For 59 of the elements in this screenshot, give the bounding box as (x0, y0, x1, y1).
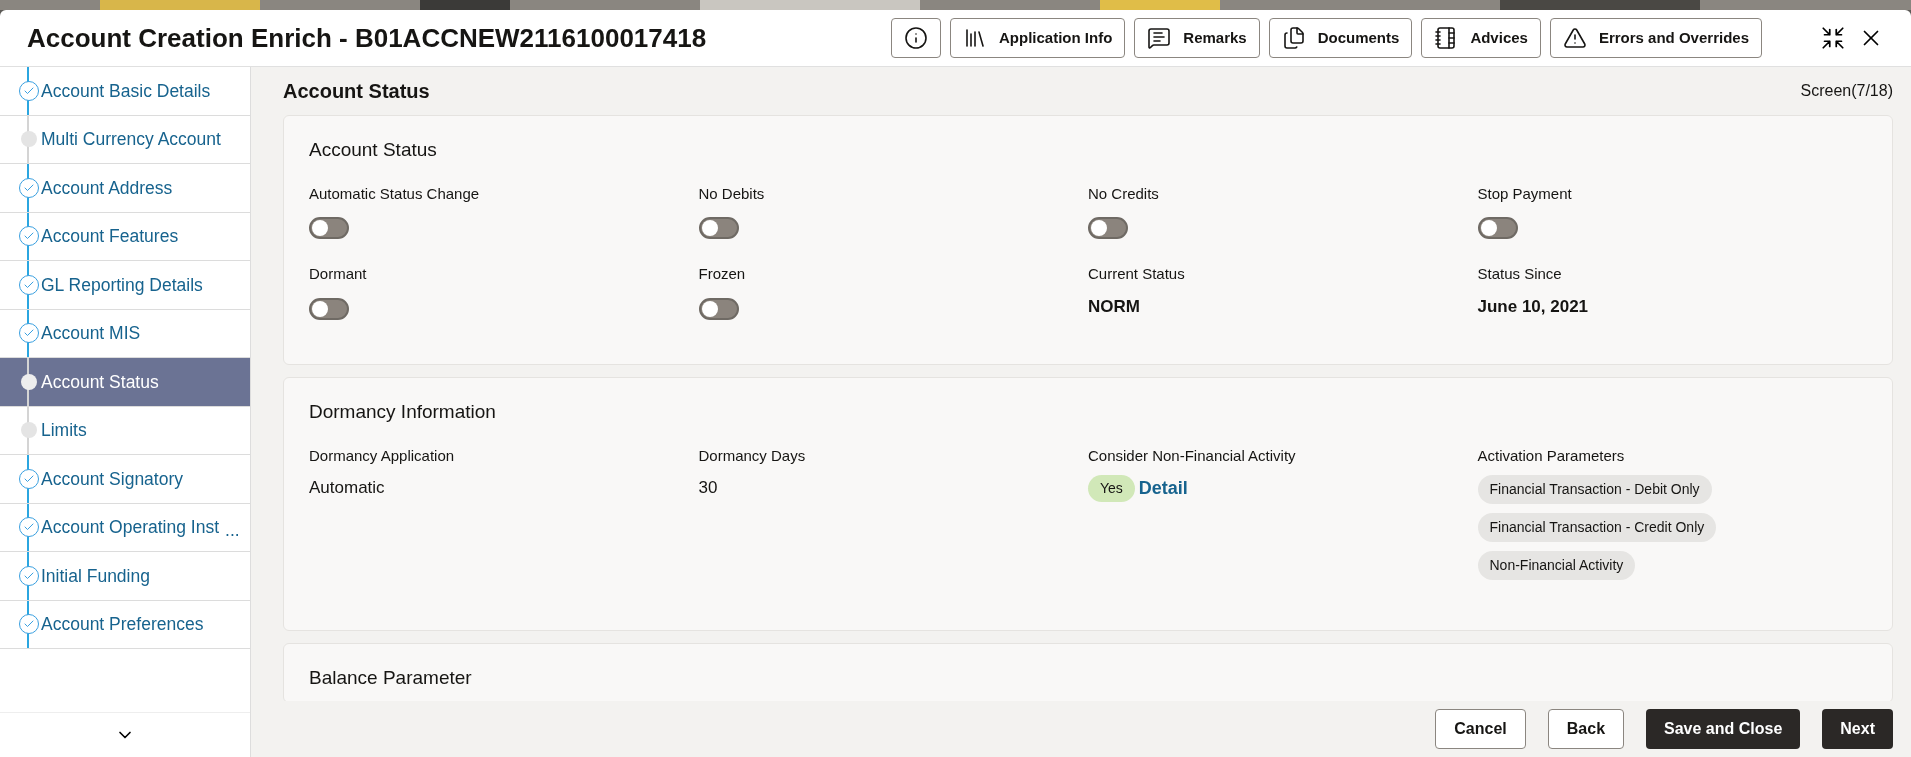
documents-icon (1281, 26, 1306, 50)
section-title: Balance Parameter (309, 666, 473, 690)
speech-bubble-icon (1147, 26, 1172, 50)
sidebar-item[interactable]: Account Operating Inst ... (0, 503, 250, 552)
parameter-chip: Financial Transaction - Debit Only (1477, 475, 1712, 504)
field-value: June 10, 2021 (1477, 295, 1590, 318)
toggle-switch[interactable] (1088, 217, 1128, 239)
sidebar-item[interactable]: Account Preferences (0, 600, 250, 649)
collapse-icon[interactable] (1820, 25, 1846, 51)
sidebar-item[interactable]: Initial Funding (0, 552, 250, 601)
screen-counter: Screen(7/18) (1800, 81, 1893, 101)
sidebar-item[interactable]: Account Address (0, 164, 250, 213)
sidebar-item[interactable]: Limits (0, 406, 250, 455)
toggle-switch[interactable] (309, 217, 349, 239)
toggle-switch[interactable] (1477, 217, 1518, 239)
toggle-switch[interactable] (698, 297, 739, 320)
field-label: Dormant (309, 264, 368, 284)
field-value: 30 (698, 477, 719, 499)
info-button[interactable] (890, 18, 941, 58)
footer-button[interactable]: Cancel (1435, 709, 1526, 749)
field-label: Dormancy Days (698, 445, 807, 466)
section-title: Dormancy Information (309, 400, 497, 424)
sidebar-item[interactable]: Account Status (0, 358, 250, 407)
header-button[interactable]: Application Info (949, 18, 1126, 58)
page-title: Account Status (283, 79, 430, 104)
sidebar-item[interactable]: Account Signatory (0, 455, 250, 504)
header-button[interactable]: Advices (1421, 18, 1541, 58)
field-label: No Credits (1088, 183, 1160, 204)
sidebar-item[interactable]: Account Basic Details (0, 67, 250, 116)
info-icon (903, 26, 928, 50)
field-label: Dormancy Application (309, 445, 456, 466)
field-label: Frozen (698, 264, 747, 284)
header-button[interactable]: Errors and Overrides (1549, 18, 1762, 58)
footer-button[interactable]: Next (1822, 709, 1893, 749)
field-label: Activation Parameters (1477, 445, 1626, 466)
header-button[interactable]: Remarks (1134, 18, 1260, 58)
field-label: Current Status (1088, 264, 1186, 284)
sidebar-item[interactable]: Account Features (0, 212, 250, 261)
toggle-switch[interactable] (309, 297, 349, 320)
header-button[interactable]: Documents (1268, 18, 1413, 58)
field-label: No Debits (698, 183, 766, 204)
field-label: Consider Non-Financial Activity (1088, 445, 1297, 466)
parameter-chip: Financial Transaction - Credit Only (1477, 513, 1717, 542)
sidebar-item[interactable]: GL Reporting Details (0, 261, 250, 310)
field-label: Status Since (1477, 264, 1563, 284)
field-label: Automatic Status Change (309, 183, 481, 204)
field-value: Automatic (309, 477, 386, 499)
parameter-chip: Non-Financial Activity (1477, 551, 1636, 580)
window-title: Account Creation Enrich - B01ACCNEW2116100017418 (27, 21, 708, 55)
sidebar-item[interactable]: Multi Currency Account (0, 115, 250, 164)
field-value: NORM (1088, 295, 1141, 318)
footer-button[interactable]: Save and Close (1646, 709, 1801, 749)
section-title: Account Status (309, 138, 438, 162)
field-label: Stop Payment (1477, 183, 1573, 204)
detail-link[interactable]: Detail (1138, 475, 1188, 502)
toggle-switch[interactable] (698, 217, 739, 239)
footer-button[interactable]: Back (1547, 709, 1625, 749)
status-badge: Yes (1088, 475, 1135, 502)
warning-icon (1562, 26, 1587, 50)
